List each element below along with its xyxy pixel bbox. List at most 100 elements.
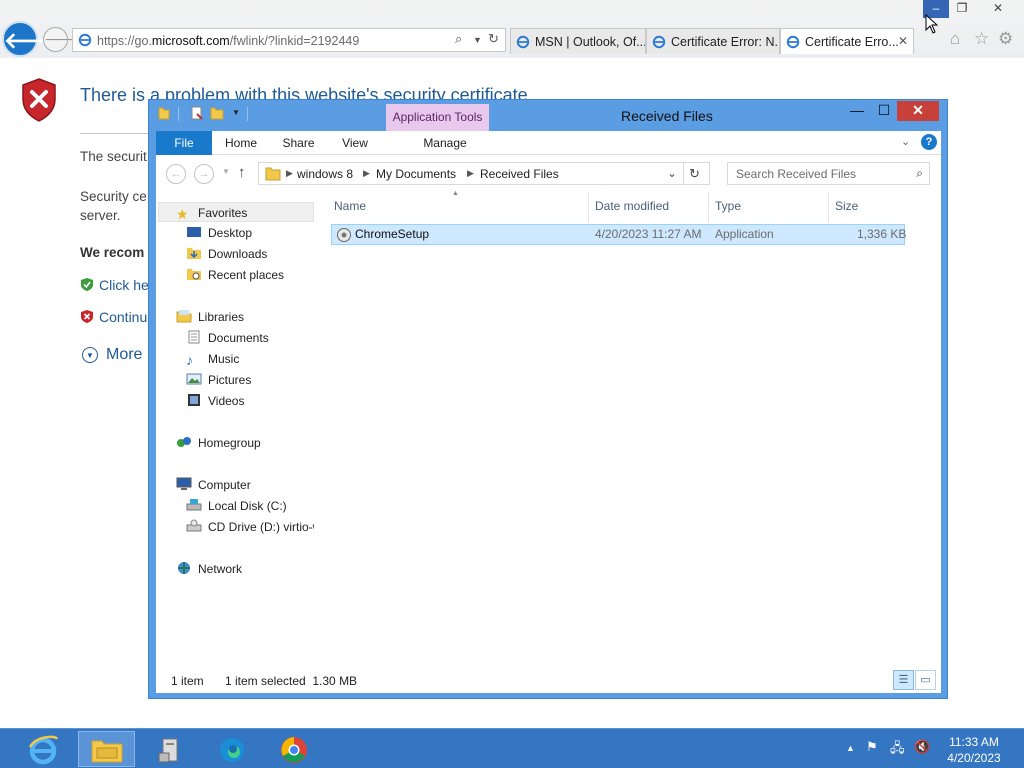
ie-close-button[interactable]: ✕ xyxy=(975,0,1021,18)
breadcrumb-my-documents[interactable]: My Documents xyxy=(376,167,456,181)
divider xyxy=(683,162,684,185)
nav-local-disk[interactable]: Local Disk (C:) xyxy=(186,496,287,516)
breadcrumb-windows8[interactable]: windows 8 xyxy=(297,167,353,181)
close-webpage-link[interactable]: Click he xyxy=(80,277,149,293)
back-button[interactable]: ← xyxy=(166,164,186,184)
green-shield-icon xyxy=(81,278,93,291)
address-bar[interactable]: ▶ windows 8 ▶ My Documents ▶ Received Fi… xyxy=(258,162,710,185)
error-text: The securit xyxy=(80,149,147,164)
column-name[interactable]: Name xyxy=(334,199,366,213)
nav-desktop[interactable]: Desktop xyxy=(186,223,252,243)
column-divider[interactable] xyxy=(588,192,589,222)
recent-locations-icon[interactable]: ▼ xyxy=(222,167,230,176)
tab-manage[interactable]: Manage xyxy=(393,131,497,155)
tab-certificate-error-2[interactable]: Certificate Erro... ✕ xyxy=(780,28,914,54)
folder-icon xyxy=(265,167,281,181)
tab-home[interactable]: Home xyxy=(216,131,266,155)
new-folder-icon[interactable] xyxy=(210,106,224,120)
mouse-cursor-icon xyxy=(925,14,939,34)
network-tray-icon[interactable]: 🖧 xyxy=(890,739,905,761)
nav-cd-drive[interactable]: CD Drive (D:) virtio-w xyxy=(186,517,314,537)
help-button[interactable]: ? xyxy=(921,134,937,150)
breadcrumb-arrow[interactable]: ▶ xyxy=(363,168,370,179)
address-bar[interactable]: https://go.microsoft.com/fwlink/?linkid=… xyxy=(72,28,506,52)
breadcrumb-received-files[interactable]: Received Files xyxy=(480,167,559,181)
refresh-icon[interactable]: ↻ xyxy=(488,31,499,47)
explorer-titlebar[interactable]: ▼ Application Tools Received Files — ☐ ✕ xyxy=(149,100,947,132)
recommendation-heading: We recom xyxy=(80,245,145,260)
breadcrumb-arrow[interactable]: ▶ xyxy=(286,168,293,179)
sort-ascending-icon: ▲ xyxy=(452,190,459,197)
settings-gear-icon[interactable]: ⚙ xyxy=(998,29,1013,49)
expand-ribbon-icon[interactable]: ⌄ xyxy=(901,135,910,148)
dropdown-icon[interactable]: ▼ xyxy=(473,35,482,45)
details-view-button[interactable]: ☰ xyxy=(893,670,914,690)
column-type[interactable]: Type xyxy=(715,199,741,213)
application-icon xyxy=(337,228,351,242)
ie-toolbar: 🡐 🡒 https://go.microsoft.com/fwlink/?lin… xyxy=(0,0,1024,58)
address-dropdown-icon[interactable]: ⌄ xyxy=(667,166,677,180)
maximize-button[interactable]: ☐ xyxy=(871,101,897,121)
nav-favorites[interactable]: ★ Favorites xyxy=(158,202,314,222)
breadcrumb-arrow[interactable]: ▶ xyxy=(467,168,474,179)
column-date-modified[interactable]: Date modified xyxy=(595,199,669,213)
column-divider[interactable] xyxy=(708,192,709,222)
tab-view[interactable]: View xyxy=(331,131,379,155)
taskbar-file-explorer[interactable] xyxy=(78,731,135,767)
taskbar-internet-explorer[interactable] xyxy=(14,731,71,767)
home-icon[interactable]: ⌂ xyxy=(950,29,960,49)
column-divider[interactable] xyxy=(828,192,829,222)
expand-icon: ▼ xyxy=(82,347,98,363)
more-information-link[interactable]: ▼ More xyxy=(80,346,142,364)
qat-customize-icon[interactable]: ▼ xyxy=(232,108,240,117)
taskbar-chrome[interactable] xyxy=(265,731,322,767)
nav-pictures[interactable]: Pictures xyxy=(186,370,251,390)
nav-music[interactable]: ♪ Music xyxy=(186,349,239,369)
nav-homegroup[interactable]: Homegroup xyxy=(176,433,261,453)
nav-videos[interactable]: Videos xyxy=(186,391,244,411)
taskbar-edge[interactable] xyxy=(203,731,260,767)
disk-drive-icon xyxy=(186,499,202,511)
refresh-icon[interactable]: ↻ xyxy=(689,166,700,182)
red-shield-icon xyxy=(81,310,93,323)
tab-certificate-error-1[interactable]: Certificate Error: N... xyxy=(646,28,780,54)
minimize-button[interactable]: — xyxy=(843,101,871,121)
tab-msn[interactable]: MSN | Outlook, Of... xyxy=(510,28,646,54)
application-tools-label: Application Tools xyxy=(386,104,489,132)
close-tab-icon[interactable]: ✕ xyxy=(898,34,908,48)
search-placeholder: Search Received Files xyxy=(736,167,857,181)
nav-computer[interactable]: Computer xyxy=(176,475,251,495)
cd-drive-icon xyxy=(186,519,202,532)
up-button[interactable]: ↑ xyxy=(238,164,246,181)
ie-restore-button[interactable]: ❐ xyxy=(949,0,975,18)
nav-recent-places[interactable]: Recent places xyxy=(186,265,284,285)
column-size[interactable]: Size xyxy=(835,199,858,213)
search-icon[interactable]: ⌕ xyxy=(916,166,923,181)
tab-share[interactable]: Share xyxy=(271,131,326,155)
nav-network[interactable]: Network xyxy=(176,559,242,579)
show-hidden-icons[interactable]: ▲ xyxy=(846,743,855,753)
file-row[interactable]: ChromeSetup 4/20/2023 11:27 AM Applicati… xyxy=(331,224,906,245)
taskbar-server-manager[interactable] xyxy=(141,731,198,767)
libraries-icon xyxy=(176,310,192,323)
tab-file[interactable]: File xyxy=(156,131,212,155)
clock[interactable]: 11:33 AM 4/20/2023 xyxy=(944,734,1004,766)
forward-button[interactable]: → xyxy=(194,164,214,184)
search-input[interactable]: Search Received Files ⌕ xyxy=(727,162,930,185)
search-icon[interactable]: ⌕ xyxy=(455,31,462,47)
action-center-flag-icon[interactable]: ⚑ xyxy=(866,739,878,755)
continue-to-website-link[interactable]: Continu xyxy=(80,309,147,325)
explorer-window: ▼ Application Tools Received Files — ☐ ✕… xyxy=(148,99,948,699)
volume-muted-icon[interactable]: 🔇 xyxy=(914,739,930,755)
nav-downloads[interactable]: Downloads xyxy=(186,244,267,264)
nav-libraries[interactable]: Libraries xyxy=(176,307,244,327)
large-icons-view-button[interactable]: ▭ xyxy=(915,670,936,690)
properties-icon[interactable] xyxy=(190,106,204,120)
forward-button[interactable]: 🡒 xyxy=(43,27,82,52)
ie-icon xyxy=(28,735,59,765)
favorites-star-icon[interactable]: ☆ xyxy=(974,29,989,49)
nav-documents[interactable]: Documents xyxy=(186,328,269,348)
back-button[interactable]: 🡐 xyxy=(2,21,63,57)
close-button[interactable]: ✕ xyxy=(897,101,939,121)
music-icon: ♪ xyxy=(186,352,193,368)
